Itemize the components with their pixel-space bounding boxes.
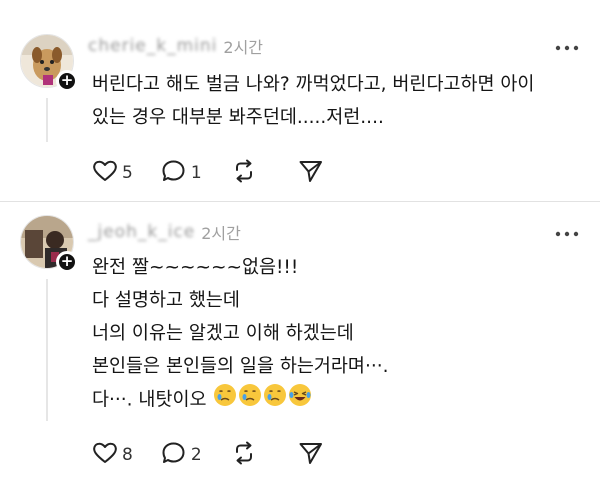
speech-bubble-icon: [161, 441, 187, 469]
comment-text-tail: 다···. 내탓이오: [92, 389, 207, 411]
reply-count: 2: [190, 445, 202, 465]
timestamp: 2시간: [223, 38, 264, 57]
laughing-tears-face-emoji: [288, 383, 312, 418]
share-button[interactable]: [298, 158, 324, 188]
action-bar: 5 1: [92, 159, 352, 187]
thread-line: [46, 98, 48, 142]
more-dots-icon[interactable]: [554, 224, 580, 244]
thread-line: [46, 279, 48, 421]
send-icon: [298, 440, 324, 470]
repost-icon: [230, 158, 258, 188]
comment-text: 버린다고 해도 벌금 나와? 까먹었다고, 버린다고하면 아이 있는 경우 대부…: [92, 74, 535, 128]
heart-icon: [92, 441, 118, 469]
comment-text: 완전 짤~~~~~~없음!!! 다 설명하고 했는데 너의 이유는 알겠고 이해…: [92, 257, 389, 377]
comment-header: cherie_k_mini 2시간: [88, 34, 263, 58]
comment-header: _jeoh_k_ice 2시간: [88, 220, 241, 244]
reply-button[interactable]: 2: [161, 441, 202, 469]
repost-button[interactable]: [230, 440, 258, 470]
reply-count: 1: [190, 163, 202, 183]
like-button[interactable]: 5: [92, 159, 133, 187]
username[interactable]: cherie_k_mini: [88, 36, 217, 56]
avatar[interactable]: +: [20, 34, 78, 92]
divider: [0, 201, 600, 202]
crying-face-emoji: [263, 383, 287, 418]
crying-face-emoji: [238, 383, 262, 418]
crying-face-emoji: [213, 383, 237, 418]
action-bar: 8 2: [92, 441, 352, 469]
more-dots-icon[interactable]: [554, 38, 580, 58]
share-button[interactable]: [298, 440, 324, 470]
timestamp: 2시간: [201, 224, 241, 243]
repost-button[interactable]: [230, 158, 258, 188]
plus-icon[interactable]: +: [56, 70, 78, 92]
speech-bubble-icon: [161, 159, 187, 187]
plus-icon[interactable]: +: [56, 251, 78, 273]
username[interactable]: _jeoh_k_ice: [88, 222, 195, 242]
like-count: 8: [122, 445, 133, 465]
like-count: 5: [122, 163, 133, 183]
repost-icon: [230, 440, 258, 470]
avatar[interactable]: +: [20, 215, 78, 273]
comment-text-last-line: 다···. 내탓이오: [92, 383, 312, 418]
like-button[interactable]: 8: [92, 441, 133, 469]
reply-button[interactable]: 1: [161, 159, 202, 187]
send-icon: [298, 158, 324, 188]
heart-icon: [92, 159, 118, 187]
